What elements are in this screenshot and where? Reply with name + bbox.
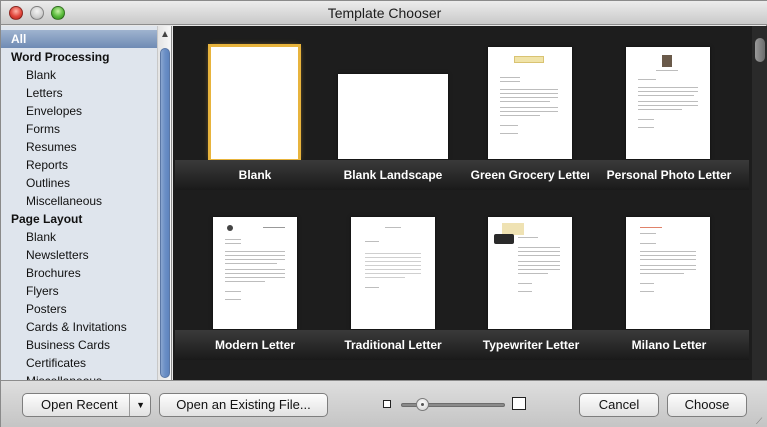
zoom-in-icon[interactable] xyxy=(512,397,526,410)
sidebar-item-all[interactable]: All xyxy=(1,30,158,48)
template-label[interactable]: Typewriter Letter xyxy=(451,330,611,360)
gallery-scroll-thumb[interactable] xyxy=(755,38,765,62)
template-label[interactable]: Milano Letter xyxy=(589,330,749,360)
cancel-label: Cancel xyxy=(598,397,640,412)
template-label[interactable]: Blank Landscape xyxy=(313,160,473,190)
sidebar-item-envelopes[interactable]: Envelopes xyxy=(1,102,158,120)
sidebar-item-pl-blank[interactable]: Blank xyxy=(1,228,158,246)
sidebar-item-wp-miscellaneous[interactable]: Miscellaneous xyxy=(1,192,158,210)
sidebar-item-forms[interactable]: Forms xyxy=(1,120,158,138)
sidebar-item-resumes[interactable]: Resumes xyxy=(1,138,158,156)
bottom-toolbar: Open Recent ▼ Open an Existing File... C… xyxy=(1,380,767,427)
window-title: Template Chooser xyxy=(327,5,442,21)
sidebar-item-cards-invitations[interactable]: Cards & Invitations xyxy=(1,318,158,336)
sidebar-scrollbar[interactable]: ▲ xyxy=(157,26,171,380)
cancel-button[interactable]: Cancel xyxy=(579,393,659,417)
template-thumbnail[interactable] xyxy=(626,47,710,159)
category-sidebar: All Word Processing Blank Letters Envelo… xyxy=(1,26,172,380)
template-label[interactable]: Green Grocery Letter xyxy=(451,160,611,190)
resize-grip-icon[interactable]: ⟋ xyxy=(756,416,766,426)
thumbnail-size-slider-knob[interactable] xyxy=(415,398,429,411)
template-gallery: Blank Blank Landscape Green Grocery Lett… xyxy=(173,26,767,380)
chevron-down-icon: ▼ xyxy=(136,400,145,410)
template-thumbnail[interactable] xyxy=(338,74,448,159)
open-existing-file-button[interactable]: Open an Existing File... xyxy=(159,393,328,417)
logo-icon xyxy=(227,225,233,231)
template-label[interactable]: Personal Photo Letter xyxy=(589,160,749,190)
sidebar-item-wp-blank[interactable]: Blank xyxy=(1,66,158,84)
sidebar-item-pl-miscellaneous[interactable]: Miscellaneous xyxy=(1,372,158,380)
template-thumbnail[interactable] xyxy=(626,217,710,329)
sidebar-item-business-cards[interactable]: Business Cards xyxy=(1,336,158,354)
sidebar-item-brochures[interactable]: Brochures xyxy=(1,264,158,282)
zoom-out-icon[interactable] xyxy=(383,400,391,408)
template-thumbnail[interactable] xyxy=(351,217,435,329)
template-thumbnail[interactable] xyxy=(213,217,297,329)
title-bar[interactable]: Template Chooser xyxy=(1,1,767,25)
sidebar-item-certificates[interactable]: Certificates xyxy=(1,354,158,372)
template-thumbnail[interactable] xyxy=(488,47,572,159)
sidebar-group-word-processing[interactable]: Word Processing xyxy=(1,48,158,66)
sidebar-item-newsletters[interactable]: Newsletters xyxy=(1,246,158,264)
typewriter-icon xyxy=(494,234,514,244)
popup-divider xyxy=(129,394,130,416)
template-label[interactable]: Modern Letter xyxy=(175,330,335,360)
choose-label: Choose xyxy=(684,397,730,412)
scroll-up-arrow-icon[interactable]: ▲ xyxy=(160,30,170,40)
sidebar-group-page-layout[interactable]: Page Layout xyxy=(1,210,158,228)
letter-header-graphic xyxy=(514,56,544,63)
sidebar-item-outlines[interactable]: Outlines xyxy=(1,174,158,192)
open-recent-button[interactable]: Open Recent ▼ xyxy=(22,393,151,417)
template-label[interactable]: Traditional Letter xyxy=(313,330,473,360)
sidebar-scroll-thumb[interactable] xyxy=(160,48,170,378)
template-chooser-window: Template Chooser All Word Processing Bla… xyxy=(0,0,767,427)
template-thumbnail[interactable] xyxy=(488,217,572,329)
open-recent-label: Open Recent xyxy=(41,397,118,412)
sidebar-item-reports[interactable]: Reports xyxy=(1,156,158,174)
photo-icon xyxy=(662,55,672,67)
choose-button[interactable]: Choose xyxy=(667,393,747,417)
sidebar-item-posters[interactable]: Posters xyxy=(1,300,158,318)
template-label[interactable]: Blank xyxy=(175,160,335,190)
gallery-scrollbar[interactable] xyxy=(752,26,767,380)
template-thumbnail[interactable] xyxy=(208,44,301,162)
sidebar-item-letters[interactable]: Letters xyxy=(1,84,158,102)
sidebar-item-flyers[interactable]: Flyers xyxy=(1,282,158,300)
open-existing-file-label: Open an Existing File... xyxy=(176,397,311,412)
